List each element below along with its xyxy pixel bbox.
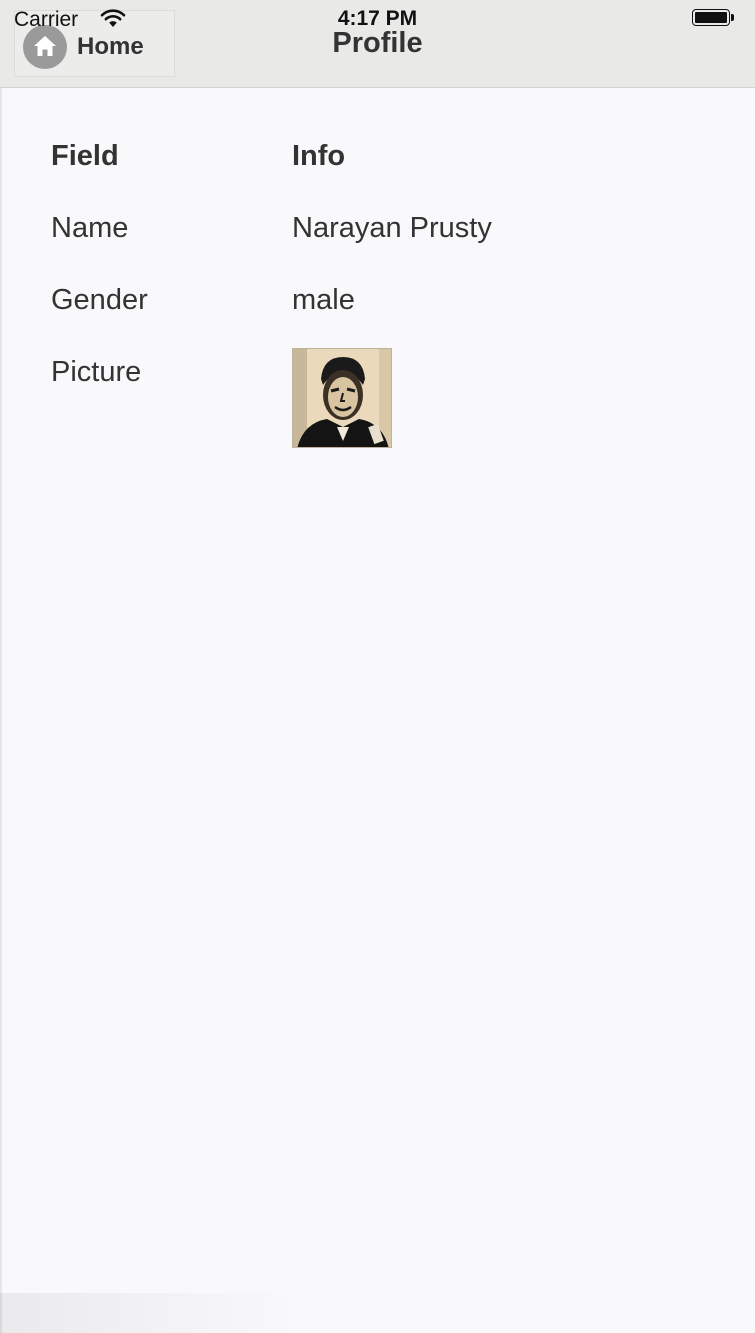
home-button-label: Home	[77, 33, 144, 60]
field-name-label: Name	[51, 212, 129, 244]
gender-value: male	[292, 284, 355, 316]
battery-icon	[692, 9, 736, 29]
column-header-info: Info	[292, 140, 346, 172]
field-gender-label: Gender	[51, 284, 148, 316]
status-bar: Carrier 4:17 PM	[0, 0, 755, 36]
field-picture-label: Picture	[51, 356, 142, 388]
column-header-field: Field	[51, 140, 119, 172]
name-value: Narayan Prusty	[292, 212, 492, 244]
bottom-edge-shadow	[0, 1293, 300, 1333]
profile-picture	[292, 348, 392, 448]
profile-content: Field Info Name Narayan Prusty Gender ma…	[0, 88, 755, 1333]
status-time: 4:17 PM	[337, 7, 418, 30]
